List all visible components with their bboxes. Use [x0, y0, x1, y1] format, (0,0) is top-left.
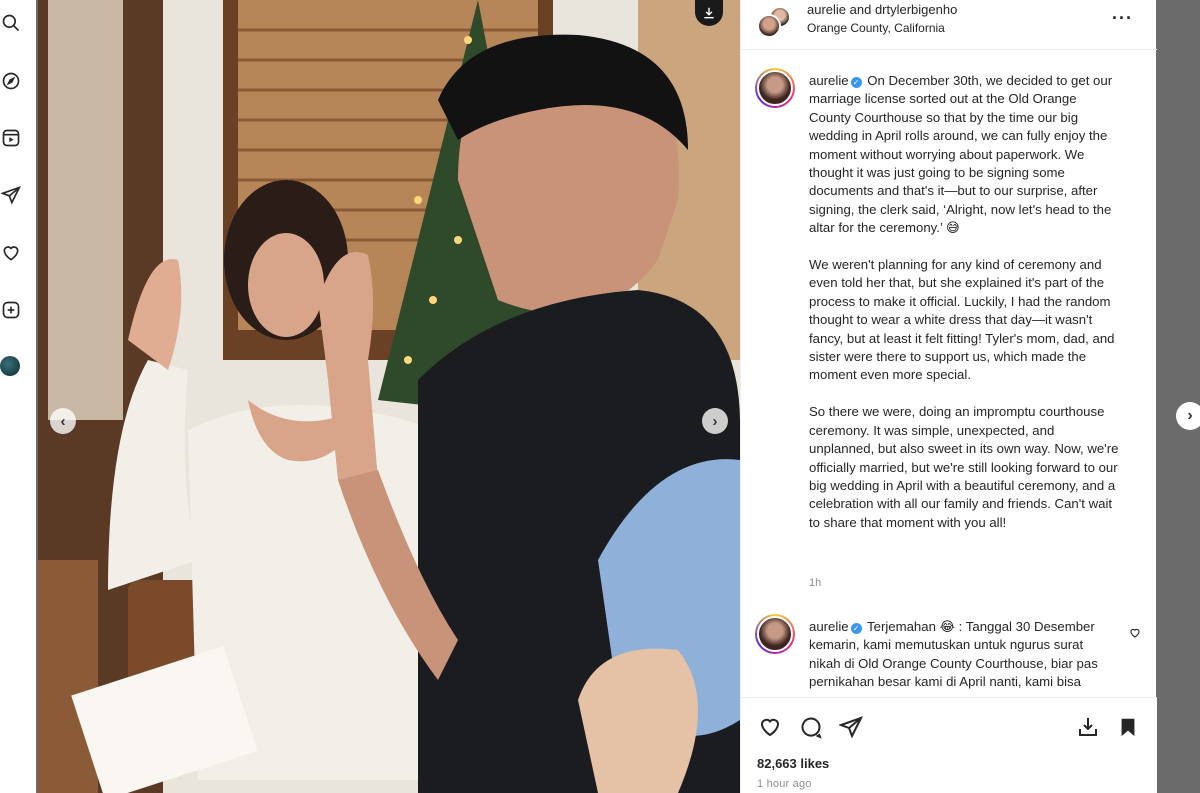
search-icon[interactable] — [0, 12, 22, 34]
messages-icon[interactable] — [0, 184, 22, 206]
like-icon[interactable] — [757, 714, 783, 740]
caption-username[interactable]: aurelie — [809, 73, 849, 88]
left-nav-rail — [0, 0, 36, 793]
post-author-names[interactable]: aurelie and drtylerbigenho — [807, 2, 957, 17]
photo-scene — [38, 0, 740, 793]
caption-paragraph-2: We weren't planning for any kind of cere… — [809, 257, 1115, 383]
bookmark-icon[interactable] — [1115, 714, 1141, 740]
explore-icon[interactable] — [0, 70, 22, 92]
caption-paragraph-1-text: On December 30th, we decided to get our … — [809, 73, 1113, 236]
caption-paragraph-3: So there we were, doing an impromptu cou… — [809, 404, 1119, 530]
notifications-icon[interactable] — [0, 242, 22, 264]
post-location[interactable]: Orange County, California — [807, 21, 945, 35]
likes-count[interactable]: 82,663 likes — [757, 756, 829, 771]
caption-author-avatar[interactable] — [755, 68, 795, 108]
download-icon — [704, 7, 714, 19]
comment-like-icon[interactable] — [1129, 626, 1141, 644]
next-image-button[interactable]: › — [702, 408, 728, 434]
caption-paragraph-1: aurelie ✓ On December 30th, we decided to… — [809, 72, 1121, 238]
caption-timestamp[interactable]: 1h — [809, 577, 821, 589]
more-options-icon[interactable]: ··· — [1112, 8, 1133, 29]
create-icon[interactable] — [0, 299, 22, 321]
profile-avatar-icon[interactable] — [0, 356, 20, 376]
next-post-button[interactable]: › — [1176, 402, 1200, 430]
post-header: aurelie and drtylerbigenho Orange County… — [741, 0, 1157, 50]
collab-avatars[interactable] — [757, 6, 793, 38]
post-timestamp[interactable]: 1 hour ago — [757, 778, 812, 790]
post-actions: 82,663 likes 1 hour ago — [741, 697, 1157, 793]
post-detail-panel: aurelie and drtylerbigenho Orange County… — [740, 0, 1157, 793]
comment-text: aurelie ✓ Terjemahan 😂 : Tanggal 30 Desem… — [809, 618, 1109, 692]
comment-icon[interactable] — [798, 714, 824, 740]
comment-author-avatar[interactable] — [755, 614, 795, 654]
comment-username[interactable]: aurelie — [809, 619, 849, 634]
collab-avatar-1 — [757, 14, 781, 38]
save-to-collection-icon[interactable] — [1075, 714, 1101, 740]
post-photo: ‹ › — [38, 0, 740, 793]
verified-badge-icon: ✓ — [850, 77, 862, 88]
caption-text: aurelie ✓ On December 30th, we decided to… — [809, 72, 1121, 551]
comment-item: aurelie ✓ Terjemahan 😂 : Tanggal 30 Desem… — [741, 612, 1157, 692]
instagram-post-view: ‹ › aurelie and drtylerbigenho Orange Co… — [0, 0, 1200, 793]
comment-verified-badge-icon: ✓ — [850, 623, 862, 634]
previous-image-button[interactable]: ‹ — [50, 408, 76, 434]
reels-icon[interactable] — [0, 127, 22, 149]
share-icon[interactable] — [838, 714, 864, 740]
